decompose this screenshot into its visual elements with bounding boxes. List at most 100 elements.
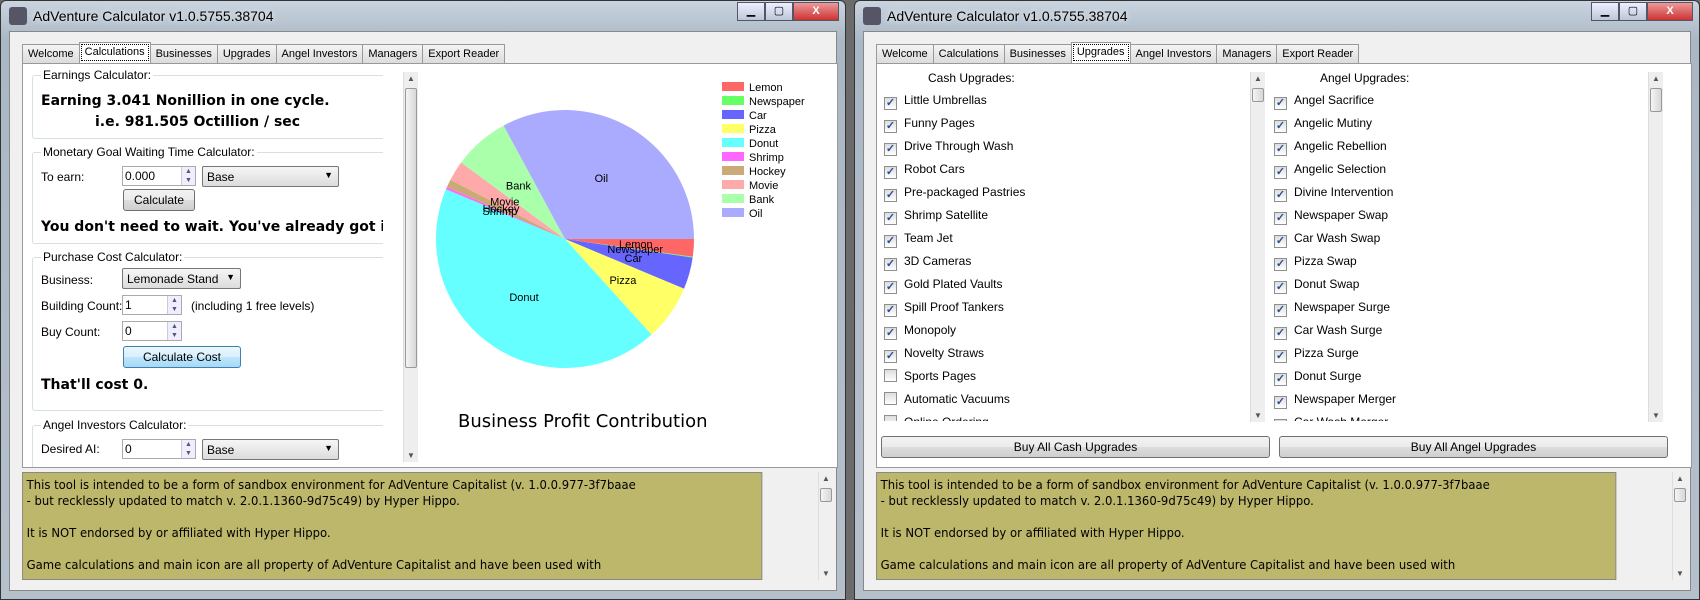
buy-all-angel-upgrades-button[interactable]: Buy All Angel Upgrades — [1279, 436, 1668, 458]
checkbox-checked-icon[interactable]: ✓ — [1274, 97, 1287, 110]
scroll-down-icon[interactable]: ▼ — [1649, 411, 1663, 420]
title-bar[interactable]: AdVenture Calculator v1.0.5755.38704 ▁ ▢… — [1, 1, 845, 31]
tab-calculations[interactable]: Calculations — [932, 44, 1005, 63]
to-earn-input[interactable]: 0.000 ▲ ▼ — [122, 166, 196, 186]
calculate-button[interactable]: Calculate — [123, 189, 195, 211]
info-scrollbar[interactable]: ▲ ▼ — [1672, 472, 1687, 580]
scroll-thumb[interactable] — [1674, 488, 1686, 502]
upgrade-checkbox-item[interactable]: ✓ Drive Through Wash — [884, 139, 1013, 157]
upgrade-checkbox-item[interactable]: ✓ Monopoly — [884, 323, 956, 341]
checkbox-checked-icon[interactable]: ✓ — [1274, 350, 1287, 363]
tab-managers[interactable]: Managers — [362, 44, 424, 63]
scroll-down-icon[interactable]: ▼ — [819, 569, 833, 578]
checkbox-checked-icon[interactable]: ✓ — [1274, 143, 1287, 156]
maximize-button[interactable]: ▢ — [1619, 2, 1647, 21]
upgrade-checkbox-item[interactable]: ✓ Angelic Mutiny — [1274, 116, 1372, 134]
upgrade-checkbox-item[interactable]: ✓ Donut Swap — [1274, 277, 1359, 295]
upgrade-checkbox-item[interactable]: ✓ 3D Cameras — [884, 254, 971, 272]
checkbox-checked-icon[interactable]: ✓ — [1274, 373, 1287, 386]
checkbox-checked-icon[interactable]: ✓ — [884, 235, 897, 248]
upgrade-checkbox-item[interactable]: ✓ Pre-packaged Pastries — [884, 185, 1025, 203]
checkbox-unchecked-icon[interactable] — [884, 392, 897, 405]
upgrade-checkbox-item[interactable]: ✓ Car Wash Swap — [1274, 231, 1380, 249]
cash-list-scrollbar[interactable]: ▲ ▼ — [1250, 72, 1265, 422]
minimize-button[interactable]: ▁ — [737, 2, 765, 21]
upgrade-checkbox-item[interactable]: Automatic Vacuums — [884, 392, 1010, 410]
close-button[interactable]: X — [1647, 2, 1693, 21]
checkbox-checked-icon[interactable]: ✓ — [884, 281, 897, 294]
upgrade-checkbox-item[interactable]: Sports Pages — [884, 369, 976, 387]
info-scrollbar[interactable]: ▲ ▼ — [818, 472, 833, 580]
angel-list-scrollbar[interactable]: ▲ ▼ — [1648, 72, 1663, 422]
upgrade-checkbox-item[interactable]: Online Ordering — [884, 415, 989, 421]
scroll-up-icon[interactable]: ▲ — [1251, 74, 1265, 83]
checkbox-checked-icon[interactable]: ✓ — [884, 304, 897, 317]
scroll-thumb[interactable] — [1252, 88, 1264, 102]
upgrade-checkbox-item[interactable]: ✓ Car Wash Surge — [1274, 323, 1382, 341]
upgrade-checkbox-item[interactable]: ✓ Pizza Swap — [1274, 254, 1357, 272]
checkbox-checked-icon[interactable]: ✓ — [884, 327, 897, 340]
tab-businesses[interactable]: Businesses — [149, 44, 218, 63]
minimize-button[interactable]: ▁ — [1591, 2, 1619, 21]
upgrade-checkbox-item[interactable]: ✓ Novelty Straws — [884, 346, 984, 364]
tab-angel-investors[interactable]: Angel Investors — [275, 44, 364, 63]
checkbox-checked-icon[interactable]: ✓ — [1274, 235, 1287, 248]
checkbox-unchecked-icon[interactable] — [884, 369, 897, 382]
desired-ai-input[interactable]: 0 ▲ ▼ — [122, 439, 196, 459]
scroll-up-icon[interactable]: ▲ — [1649, 74, 1663, 83]
tab-export-reader[interactable]: Export Reader — [422, 44, 506, 63]
upgrade-checkbox-item[interactable]: ✓ Angelic Rebellion — [1274, 139, 1387, 157]
tab-upgrades[interactable]: Upgrades — [216, 44, 277, 63]
maximize-button[interactable]: ▢ — [765, 2, 793, 21]
to-earn-unit-select[interactable]: Base ▼ — [202, 166, 339, 187]
checkbox-checked-icon[interactable]: ✓ — [884, 350, 897, 363]
info-textbox[interactable]: This tool is intended to be a form of sa… — [876, 472, 1617, 580]
spinner-icon[interactable]: ▲ ▼ — [167, 296, 181, 314]
tab-calculations[interactable]: Calculations — [78, 42, 151, 63]
business-select[interactable]: Lemonade Stand ▼ — [122, 268, 241, 289]
checkbox-checked-icon[interactable]: ✓ — [1274, 212, 1287, 225]
tab-welcome[interactable]: Welcome — [22, 44, 80, 63]
spinner-icon[interactable]: ▲ ▼ — [181, 440, 195, 458]
upgrade-checkbox-item[interactable]: ✓ Robot Cars — [884, 162, 965, 180]
upgrade-checkbox-item[interactable]: ✓ Pizza Surge — [1274, 346, 1359, 364]
upgrade-checkbox-item[interactable]: ✓ Newspaper Swap — [1274, 208, 1388, 226]
checkbox-checked-icon[interactable]: ✓ — [884, 212, 897, 225]
upgrade-checkbox-item[interactable]: ✓ Little Umbrellas — [884, 93, 987, 111]
scroll-up-icon[interactable]: ▲ — [1673, 474, 1687, 483]
spinner-icon[interactable]: ▲ ▼ — [167, 322, 181, 340]
upgrade-checkbox-item[interactable]: ✓ Car Wash Merger — [1274, 415, 1388, 421]
checkbox-checked-icon[interactable]: ✓ — [1274, 396, 1287, 409]
spinner-icon[interactable]: ▲ ▼ — [181, 167, 195, 185]
title-bar[interactable]: AdVenture Calculator v1.0.5755.38704 ▁ ▢… — [855, 1, 1699, 31]
scroll-thumb[interactable] — [820, 488, 832, 502]
close-button[interactable]: X — [793, 2, 839, 21]
tab-managers[interactable]: Managers — [1216, 44, 1278, 63]
upgrade-checkbox-item[interactable]: ✓ Donut Surge — [1274, 369, 1361, 387]
tab-export-reader[interactable]: Export Reader — [1276, 44, 1360, 63]
checkbox-checked-icon[interactable]: ✓ — [884, 166, 897, 179]
calculate-cost-button[interactable]: Calculate Cost — [123, 346, 241, 368]
checkbox-checked-icon[interactable]: ✓ — [884, 189, 897, 202]
building-count-input[interactable]: 1 ▲ ▼ — [122, 295, 182, 315]
checkbox-unchecked-icon[interactable] — [884, 415, 897, 421]
buy-all-cash-upgrades-button[interactable]: Buy All Cash Upgrades — [881, 436, 1270, 458]
buy-count-input[interactable]: 0 ▲ ▼ — [122, 321, 182, 341]
upgrade-checkbox-item[interactable]: ✓ Divine Intervention — [1274, 185, 1393, 203]
scroll-down-icon[interactable]: ▼ — [1251, 411, 1265, 420]
upgrade-checkbox-item[interactable]: ✓ Newspaper Surge — [1274, 300, 1390, 318]
tab-upgrades[interactable]: Upgrades — [1070, 42, 1131, 63]
upgrade-checkbox-item[interactable]: ✓ Angel Sacrifice — [1274, 93, 1374, 111]
upgrade-checkbox-item[interactable]: ✓ Funny Pages — [884, 116, 975, 134]
checkbox-checked-icon[interactable]: ✓ — [884, 143, 897, 156]
scroll-down-icon[interactable]: ▼ — [1673, 569, 1687, 578]
checkbox-checked-icon[interactable]: ✓ — [1274, 258, 1287, 271]
upgrade-checkbox-item[interactable]: ✓ Spill Proof Tankers — [884, 300, 1004, 318]
checkbox-checked-icon[interactable]: ✓ — [884, 120, 897, 133]
checkbox-checked-icon[interactable]: ✓ — [1274, 120, 1287, 133]
info-textbox[interactable]: This tool is intended to be a form of sa… — [22, 472, 763, 580]
checkbox-checked-icon[interactable]: ✓ — [884, 258, 897, 271]
checkbox-checked-icon[interactable]: ✓ — [1274, 166, 1287, 179]
upgrade-checkbox-item[interactable]: ✓ Team Jet — [884, 231, 953, 249]
upgrade-checkbox-item[interactable]: ✓ Angelic Selection — [1274, 162, 1386, 180]
